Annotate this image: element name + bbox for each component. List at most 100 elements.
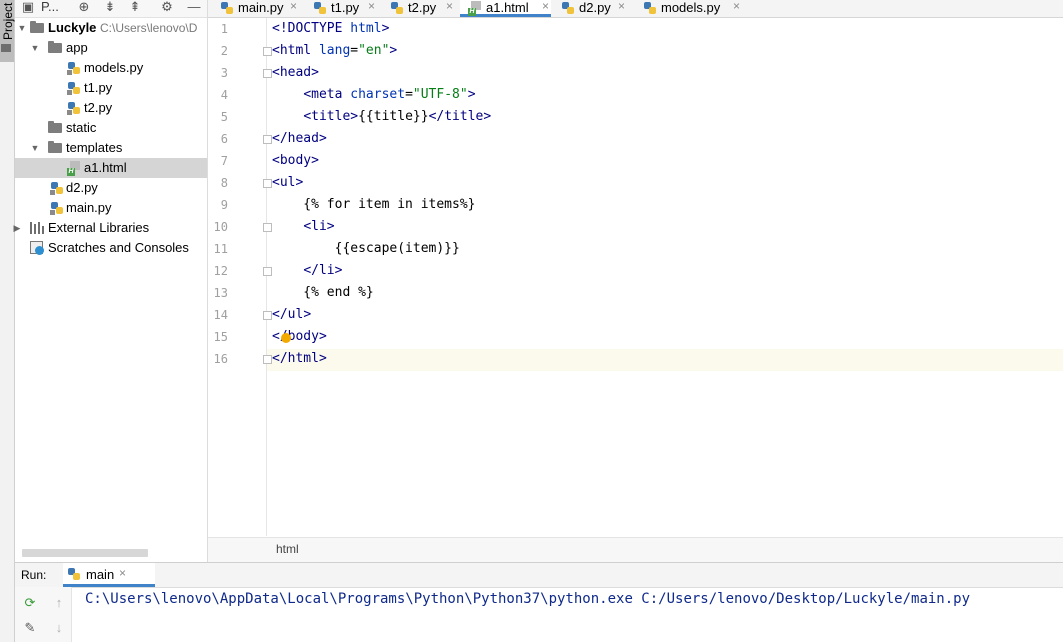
code-line[interactable]: <ul> xyxy=(272,172,303,194)
tab-main-py[interactable]: main.py × xyxy=(220,0,300,17)
tab-label: t2.py xyxy=(408,0,437,15)
python-file-icon xyxy=(50,181,64,195)
run-panel-header: Run: main × xyxy=(15,562,1063,588)
chevron-down-icon[interactable]: ▼ xyxy=(30,38,40,58)
line-number: 9 xyxy=(220,198,228,212)
code-line[interactable]: <meta charset="UTF-8"> xyxy=(272,84,475,106)
code-line[interactable]: <head> xyxy=(272,62,319,84)
line-number: 15 xyxy=(213,330,228,344)
tab-a1-html[interactable]: H a1.html × xyxy=(460,0,551,17)
tree-item-luckyle[interactable]: ▼ Luckyle C:\Users\lenovo\D xyxy=(15,18,207,38)
python-file-icon xyxy=(67,101,81,115)
project-panel: ▣ P... ⊕ ⇟ ⇞ ⚙ — ▼ Luckyle C:\Users\leno… xyxy=(12,0,208,564)
close-icon[interactable]: × xyxy=(290,0,297,14)
code-line[interactable]: </li> xyxy=(272,260,342,282)
run-console-output[interactable]: C:\Users\lenovo\AppData\Local\Programs\P… xyxy=(85,591,970,607)
folder-icon[interactable] xyxy=(1,44,11,52)
tree-item-d2-py[interactable]: d2.py xyxy=(15,178,207,198)
tree-item-templates[interactable]: ▼ templates xyxy=(15,138,207,158)
tree-item-label: Luckyle xyxy=(48,20,97,35)
code-line[interactable]: <!DOCTYPE html> xyxy=(272,18,389,40)
line-number: 8 xyxy=(220,176,228,190)
tree-item-label: t2.py xyxy=(84,100,113,115)
arrow-up-icon[interactable]: ↑ xyxy=(52,596,66,610)
code-line[interactable]: <title>{{title}}</title> xyxy=(272,106,491,128)
fold-marker-icon[interactable] xyxy=(263,355,272,364)
code-line[interactable]: </head> xyxy=(272,128,327,150)
fold-marker-icon[interactable] xyxy=(263,135,272,144)
tab-d2-py[interactable]: d2.py × xyxy=(561,0,639,17)
gear-icon[interactable]: ⚙ xyxy=(160,0,174,14)
editor-gutter[interactable]: 1 2 3 4 5 6 7 8 9 10 11 12 13 14 15 16 xyxy=(208,18,267,536)
tab-t1-py[interactable]: t1.py × xyxy=(313,0,375,17)
tree-item-a1-html[interactable]: H a1.html xyxy=(15,158,207,178)
project-toolbar: ▣ P... ⊕ ⇟ ⇞ ⚙ — xyxy=(15,0,207,18)
folder-icon xyxy=(48,141,62,153)
tree-item-external-libraries[interactable]: ▶ External Libraries xyxy=(12,218,207,238)
line-number: 14 xyxy=(213,308,228,322)
expand-all-icon[interactable]: ⇟ xyxy=(103,0,117,14)
folder-icon xyxy=(48,121,62,133)
tree-item-t2-py[interactable]: t2.py xyxy=(15,98,207,118)
arrow-down-icon[interactable]: ↓ xyxy=(52,621,66,635)
line-number: 7 xyxy=(220,154,228,168)
tree-item-main-py[interactable]: main.py xyxy=(15,198,207,218)
wrench-icon[interactable]: ✎ xyxy=(23,621,37,635)
fold-marker-icon[interactable] xyxy=(263,179,272,188)
tree-item-label: main.py xyxy=(66,200,112,215)
html-file-icon: H xyxy=(67,161,81,176)
code-line[interactable]: {% end %} xyxy=(272,282,373,304)
run-panel-title: Run: xyxy=(21,568,47,582)
python-file-icon xyxy=(50,201,64,215)
line-number: 1 xyxy=(220,22,228,36)
tree-item-label: Scratches and Consoles xyxy=(48,240,189,255)
fold-marker-icon[interactable] xyxy=(263,69,272,78)
project-view-selector[interactable]: P... xyxy=(41,0,59,14)
fold-marker-icon[interactable] xyxy=(263,267,272,276)
rerun-icon[interactable]: ⟳ xyxy=(23,596,37,610)
project-tool-window-button[interactable]: Project xyxy=(0,0,15,62)
code-line[interactable]: <li> xyxy=(272,216,334,238)
run-tab-main[interactable]: main × xyxy=(63,563,155,587)
code-line[interactable]: </ul> xyxy=(272,304,311,326)
tab-models-py[interactable]: models.py × xyxy=(643,0,743,17)
tree-item-app[interactable]: ▼ app xyxy=(15,38,207,58)
project-strip-label: Project xyxy=(1,2,15,40)
code-line[interactable]: <body> xyxy=(272,150,319,172)
close-icon[interactable]: × xyxy=(618,0,625,14)
fold-marker-icon[interactable] xyxy=(263,311,272,320)
collapse-all-icon[interactable]: ⇞ xyxy=(128,0,142,14)
tree-item-t1-py[interactable]: t1.py xyxy=(15,78,207,98)
code-line[interactable]: </html> xyxy=(272,348,327,370)
close-icon[interactable]: × xyxy=(542,0,549,14)
code-editor[interactable]: 1 2 3 4 5 6 7 8 9 10 11 12 13 14 15 16 <… xyxy=(208,18,1063,536)
line-number: 10 xyxy=(213,220,228,234)
tab-t2-py[interactable]: t2.py × xyxy=(390,0,455,17)
chevron-right-icon[interactable]: ▶ xyxy=(12,218,22,238)
project-horizontal-scrollbar[interactable] xyxy=(22,549,148,557)
fold-marker-icon[interactable] xyxy=(263,47,272,56)
breadcrumb[interactable]: html xyxy=(276,542,299,556)
project-view-icon[interactable]: ▣ xyxy=(21,0,35,14)
hide-icon[interactable]: — xyxy=(187,0,201,14)
tree-item-static[interactable]: static xyxy=(15,118,207,138)
code-line[interactable]: {% for item in items%} xyxy=(272,194,475,216)
fold-marker-icon[interactable] xyxy=(263,223,272,232)
tree-item-label: External Libraries xyxy=(48,220,150,235)
close-icon[interactable]: × xyxy=(368,0,375,14)
line-number: 2 xyxy=(220,44,228,58)
close-icon[interactable]: × xyxy=(446,0,453,14)
tree-item-models-py[interactable]: models.py xyxy=(15,58,207,78)
code-line[interactable]: {{escape(item)}} xyxy=(272,238,460,260)
intention-bulb-icon[interactable] xyxy=(281,333,291,343)
code-line[interactable]: <html lang="en"> xyxy=(272,40,397,62)
locate-icon[interactable]: ⊕ xyxy=(77,0,91,14)
folder-icon xyxy=(30,21,44,33)
tree-item-scratches[interactable]: Scratches and Consoles xyxy=(15,238,207,258)
chevron-down-icon[interactable]: ▼ xyxy=(30,138,40,158)
close-icon[interactable]: × xyxy=(733,0,740,14)
chevron-down-icon[interactable]: ▼ xyxy=(17,18,27,38)
line-number: 11 xyxy=(213,242,228,256)
line-number: 13 xyxy=(213,286,228,300)
close-icon[interactable]: × xyxy=(119,566,126,580)
